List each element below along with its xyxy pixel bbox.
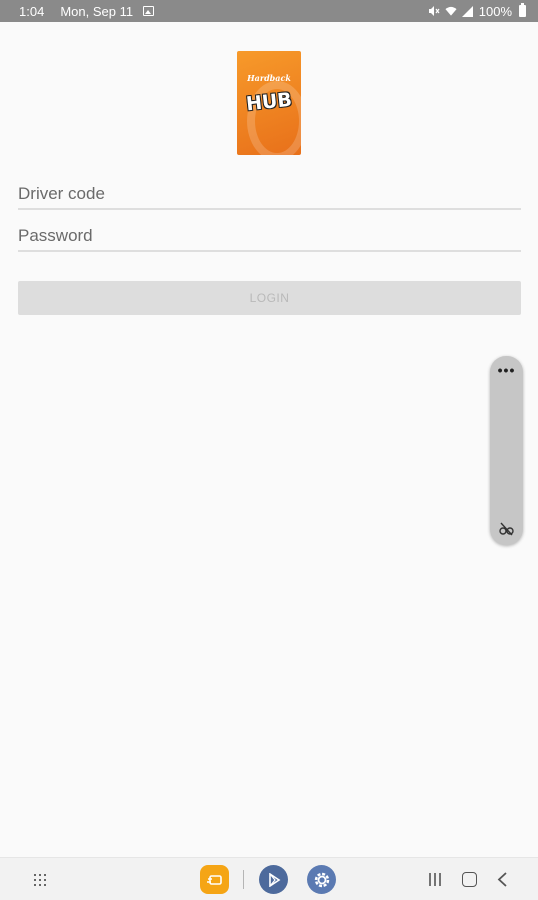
gallery-icon <box>143 6 155 16</box>
password-input[interactable] <box>18 224 521 246</box>
floating-side-panel[interactable]: ••• <box>490 356 523 545</box>
battery-percent: 100% <box>478 3 512 19</box>
recents-icon[interactable] <box>428 872 442 887</box>
navigation-bar <box>0 857 538 900</box>
glasses-off-icon[interactable] <box>498 520 515 537</box>
wifi-icon <box>445 5 457 17</box>
status-right: 100% <box>428 3 526 19</box>
back-icon[interactable] <box>496 872 510 887</box>
settings-icon[interactable] <box>307 865 336 894</box>
status-bar: 1:04 Mon, Sep 11 100% <box>0 0 538 22</box>
play-store-icon[interactable] <box>259 865 288 894</box>
signal-icon <box>462 5 474 17</box>
apps-grid-icon[interactable] <box>34 874 46 886</box>
more-icon[interactable]: ••• <box>490 363 523 377</box>
status-date: Mon, Sep 11 <box>60 3 134 19</box>
battery-icon <box>519 3 526 17</box>
logo-brand-script: Hardback <box>247 73 291 83</box>
dock-separator <box>243 870 244 889</box>
mute-icon <box>428 5 440 17</box>
driver-code-field[interactable] <box>18 182 521 210</box>
home-icon[interactable] <box>462 872 477 887</box>
driver-code-input[interactable] <box>18 182 521 204</box>
password-field[interactable] <box>18 224 521 252</box>
login-button[interactable]: LOGIN <box>18 281 521 315</box>
status-time: 1:04 <box>19 3 45 19</box>
orange-app-icon[interactable] <box>200 865 229 894</box>
app-logo: Hardback HUB <box>237 51 301 155</box>
